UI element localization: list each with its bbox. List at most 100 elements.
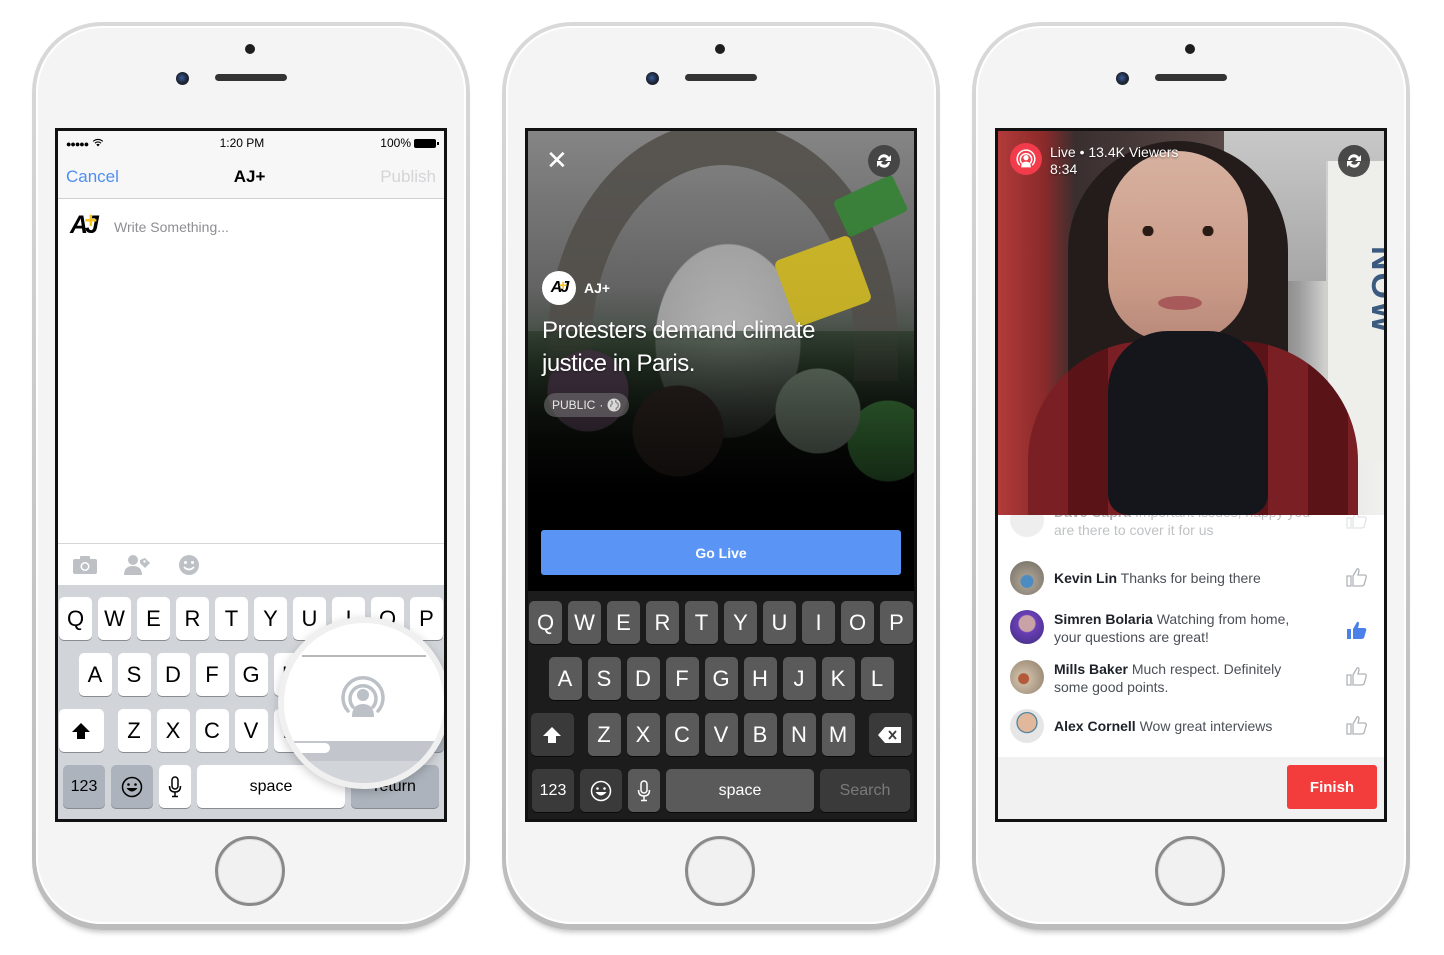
key[interactable]: F bbox=[195, 653, 229, 696]
key[interactable]: C bbox=[195, 709, 229, 752]
key[interactable]: G bbox=[234, 653, 268, 696]
earpiece-speaker bbox=[685, 74, 757, 81]
key[interactable]: D bbox=[156, 653, 190, 696]
go-live-screen: ✕ AJ + AJ+ Protesters demand climate just… bbox=[525, 128, 917, 822]
key[interactable]: Z bbox=[587, 713, 621, 756]
liked-icon[interactable] bbox=[1346, 620, 1368, 640]
privacy-selector[interactable]: PUBLIC · bbox=[544, 393, 630, 417]
emoji-key[interactable] bbox=[111, 765, 153, 808]
comment-text: Alex Cornell Wow great interviews bbox=[1054, 717, 1314, 735]
key[interactable]: R bbox=[176, 597, 209, 640]
battery-indicator: 100% bbox=[380, 136, 439, 150]
emoji-key[interactable] bbox=[580, 769, 622, 812]
key[interactable]: A bbox=[78, 653, 112, 696]
key[interactable]: D bbox=[626, 657, 660, 700]
home-button[interactable] bbox=[215, 836, 285, 906]
broadcast-description[interactable]: Protesters demand climate justice in Par… bbox=[542, 314, 872, 380]
flip-camera-button[interactable] bbox=[1338, 145, 1370, 177]
close-icon[interactable]: ✕ bbox=[546, 147, 568, 173]
home-button[interactable] bbox=[685, 836, 755, 906]
key[interactable]: Z bbox=[117, 709, 151, 752]
key[interactable]: N bbox=[782, 713, 816, 756]
page-identity: AJ + AJ+ bbox=[542, 271, 610, 305]
finish-button[interactable]: Finish bbox=[1287, 765, 1377, 809]
tag-person-icon[interactable] bbox=[122, 552, 152, 578]
key[interactable]: B bbox=[743, 713, 777, 756]
space-key[interactable]: space bbox=[666, 769, 814, 812]
live-video-icon[interactable] bbox=[338, 673, 388, 723]
key[interactable]: W bbox=[98, 597, 131, 640]
key[interactable]: T bbox=[685, 601, 718, 644]
microphone-icon bbox=[637, 779, 651, 801]
dictation-key[interactable] bbox=[159, 765, 191, 808]
search-key[interactable]: Search bbox=[820, 769, 910, 812]
video-subject-face bbox=[1108, 151, 1248, 341]
like-icon[interactable] bbox=[1346, 567, 1368, 587]
key[interactable]: I bbox=[802, 601, 835, 644]
key[interactable]: S bbox=[587, 657, 621, 700]
keyboard-row-4: 123 space Search bbox=[528, 769, 914, 812]
go-live-button[interactable]: Go Live bbox=[541, 530, 901, 575]
comment-body: Thanks for being there bbox=[1120, 570, 1261, 586]
front-camera bbox=[646, 72, 659, 85]
camera-icon[interactable] bbox=[70, 552, 100, 578]
keyboard: Q W E R T Y U I O P A S D F G H J K L bbox=[528, 591, 914, 819]
flip-camera-button[interactable] bbox=[868, 145, 900, 177]
proximity-sensor bbox=[715, 44, 725, 54]
key[interactable]: X bbox=[626, 713, 660, 756]
key[interactable]: O bbox=[841, 601, 874, 644]
key[interactable]: W bbox=[568, 601, 601, 644]
cancel-button[interactable]: Cancel bbox=[66, 167, 119, 187]
key[interactable]: R bbox=[646, 601, 679, 644]
key[interactable]: G bbox=[704, 657, 738, 700]
key[interactable]: H bbox=[743, 657, 777, 700]
divider bbox=[302, 655, 426, 657]
key[interactable]: J bbox=[782, 657, 816, 700]
key[interactable]: M bbox=[821, 713, 855, 756]
like-icon[interactable] bbox=[1346, 715, 1368, 735]
key[interactable]: Q bbox=[529, 601, 562, 644]
live-badge bbox=[1010, 143, 1042, 175]
key[interactable]: S bbox=[117, 653, 151, 696]
elapsed-time: 8:34 bbox=[1050, 161, 1078, 177]
key[interactable]: P bbox=[880, 601, 913, 644]
key[interactable]: X bbox=[156, 709, 190, 752]
emoji-icon[interactable] bbox=[174, 552, 204, 578]
wifi-icon bbox=[92, 138, 104, 150]
key[interactable]: C bbox=[665, 713, 699, 756]
publish-button[interactable]: Publish bbox=[380, 167, 436, 187]
phone-compose: ●●●●● 1:20 PM 100% Cancel AJ+ Publish AJ… bbox=[32, 22, 470, 930]
key[interactable]: E bbox=[607, 601, 640, 644]
globe-icon bbox=[607, 398, 621, 412]
key[interactable]: Q bbox=[59, 597, 92, 640]
key[interactable]: A bbox=[548, 657, 582, 700]
key[interactable]: V bbox=[234, 709, 268, 752]
comment-item: Kevin Lin Thanks for being there bbox=[1010, 561, 1372, 595]
key[interactable]: T bbox=[215, 597, 248, 640]
backspace-icon bbox=[878, 726, 901, 743]
key[interactable]: Y bbox=[724, 601, 757, 644]
key[interactable]: U bbox=[763, 601, 796, 644]
like-icon[interactable] bbox=[1346, 666, 1368, 686]
dictation-key[interactable] bbox=[628, 769, 660, 812]
shift-key[interactable] bbox=[530, 713, 574, 756]
key[interactable]: E bbox=[137, 597, 170, 640]
like-icon[interactable] bbox=[1346, 515, 1368, 529]
comment-item: Dave Capra Important issues, happy you a… bbox=[1010, 515, 1372, 539]
post-input[interactable]: Write Something... bbox=[114, 219, 229, 235]
shift-key[interactable] bbox=[58, 709, 104, 752]
key[interactable]: K bbox=[821, 657, 855, 700]
home-button[interactable] bbox=[1155, 836, 1225, 906]
commenter-name: Mills Baker bbox=[1054, 661, 1128, 677]
comment-item: Alex Cornell Wow great interviews bbox=[1010, 709, 1372, 743]
key[interactable]: F bbox=[665, 657, 699, 700]
magnified-key bbox=[288, 743, 330, 753]
flip-camera-icon bbox=[1347, 154, 1361, 168]
numbers-key[interactable]: 123 bbox=[532, 769, 574, 812]
key[interactable]: L bbox=[860, 657, 894, 700]
delete-key[interactable] bbox=[868, 713, 912, 756]
key[interactable]: Y bbox=[254, 597, 287, 640]
numbers-key[interactable]: 123 bbox=[63, 765, 105, 808]
key[interactable]: V bbox=[704, 713, 738, 756]
comment-feed[interactable]: Dave Capra Important issues, happy you a… bbox=[998, 515, 1384, 757]
